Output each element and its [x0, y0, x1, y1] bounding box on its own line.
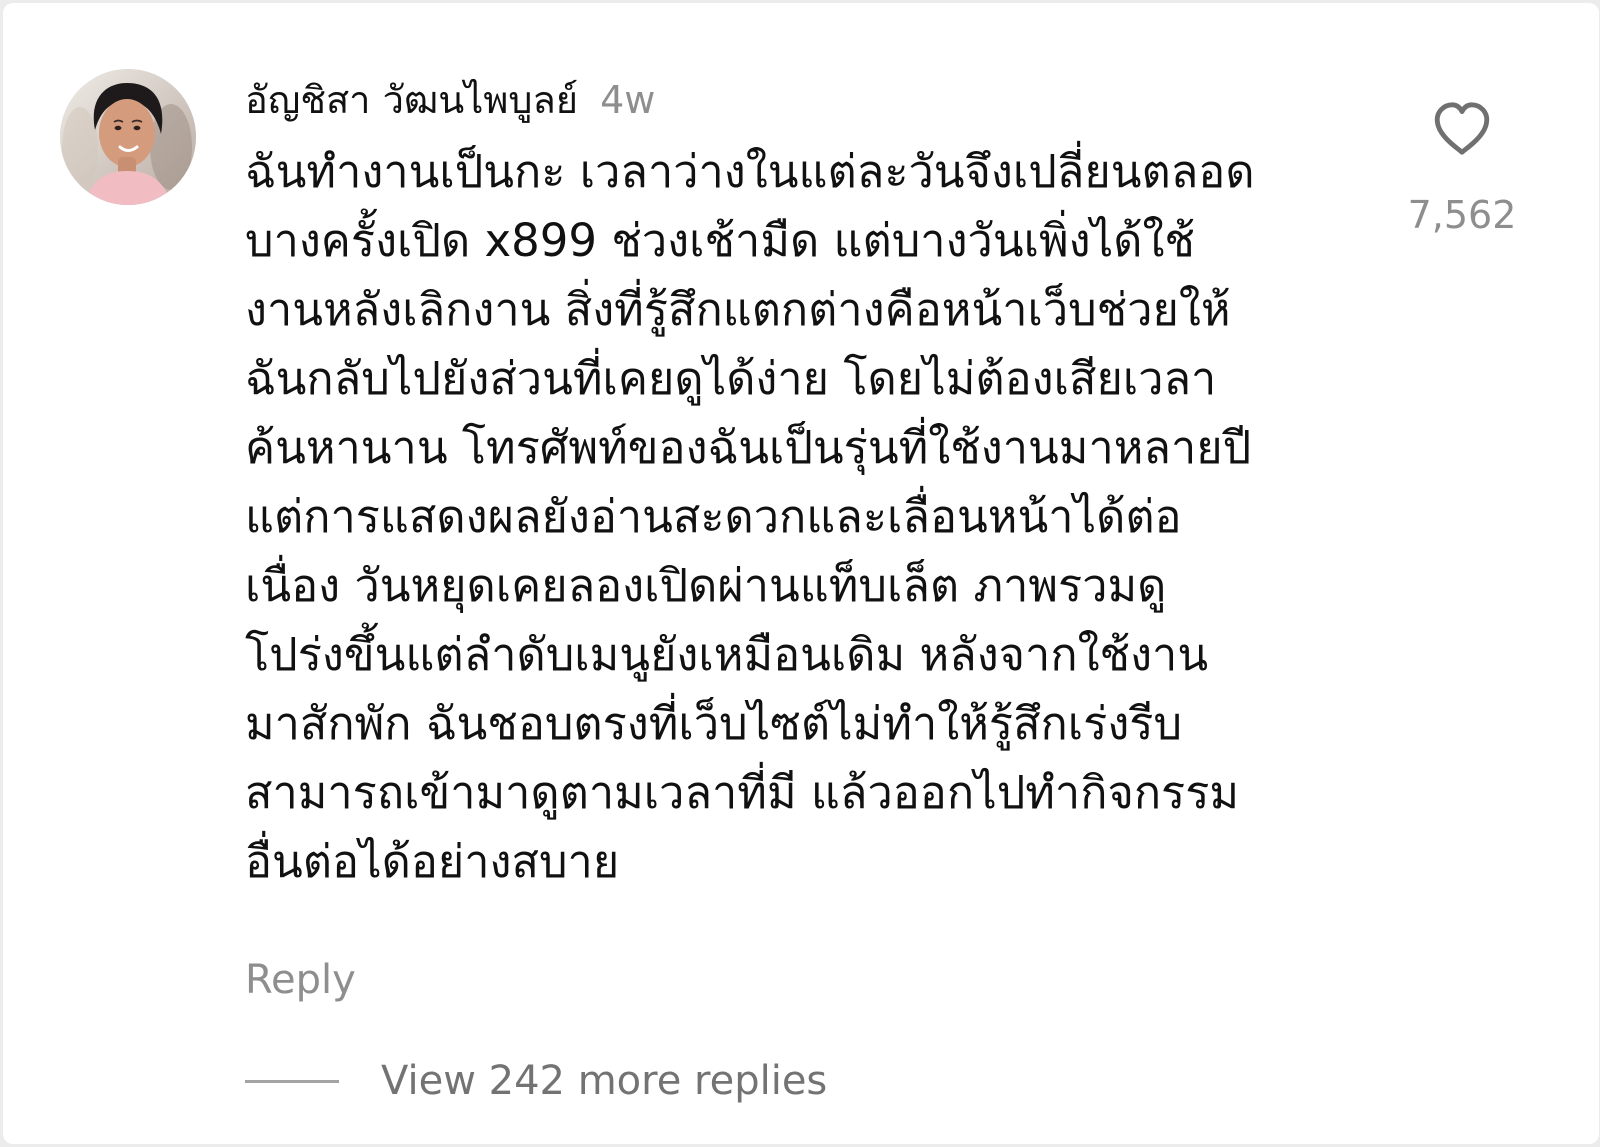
- view-replies-label[interactable]: View 242 more replies: [381, 1056, 827, 1106]
- username[interactable]: อัญชิสา วัฒนไพบูลย์: [245, 75, 578, 125]
- comment-meta: อัญชิสา วัฒนไพบูลย์ 4w: [245, 75, 1385, 129]
- like-block: 7,562: [1392, 95, 1532, 239]
- comment-content: อัญชิสา วัฒนไพบูลย์ 4w ฉันทำงานเป็นกะ เว…: [245, 75, 1385, 896]
- reply-button[interactable]: Reply: [245, 955, 356, 1005]
- timestamp: 4w: [600, 78, 656, 122]
- avatar[interactable]: [60, 69, 196, 205]
- avatar-image: [60, 69, 196, 205]
- replies-divider-line: [245, 1079, 339, 1083]
- comment-card: อัญชิสา วัฒนไพบูลย์ 4w ฉันทำงานเป็นกะ เว…: [3, 3, 1599, 1144]
- view-more-replies[interactable]: View 242 more replies: [245, 1056, 827, 1106]
- heart-icon[interactable]: [1431, 99, 1493, 159]
- like-count: 7,562: [1407, 193, 1517, 237]
- comment-text: ฉันทำงานเป็นกะ เวลาว่างในแต่ละวันจึงเปลี…: [245, 145, 1255, 888]
